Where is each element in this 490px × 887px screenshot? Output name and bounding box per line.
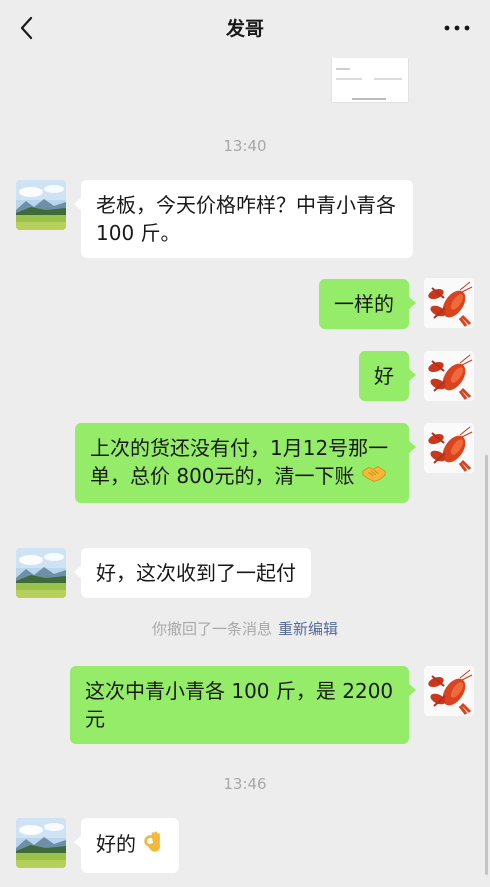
landscape-avatar-image <box>16 548 66 598</box>
chat-title: 发哥 <box>225 18 264 40</box>
lobster-avatar-image <box>424 666 474 716</box>
shared-image-thumbnail[interactable] <box>331 57 409 103</box>
re-edit-link[interactable]: 重新编辑 <box>278 620 338 638</box>
contact-avatar[interactable] <box>16 180 66 230</box>
landscape-avatar-image <box>16 180 66 230</box>
message-text: 好，这次收到了一起付 <box>96 561 296 585</box>
message-bubble-received[interactable]: 好，这次收到了一起付 <box>74 548 311 598</box>
self-avatar[interactable] <box>424 423 474 473</box>
message-bubble-sent[interactable]: 上次的货还没有付，1月12号那一单，总价 800元的，清一下账 <box>75 423 416 503</box>
timestamp: 13:46 <box>223 775 267 793</box>
more-dots-icon <box>444 25 470 31</box>
message-text: 一样的 <box>334 292 394 316</box>
chat-header: 发哥 <box>0 0 490 58</box>
message-bubble-sent[interactable]: 一样的 <box>319 279 416 329</box>
lobster-avatar-image <box>424 351 474 401</box>
contact-avatar[interactable] <box>16 818 66 868</box>
message-text: 这次中青小青各 100 斤，是 2200 元 <box>85 679 394 731</box>
handshake-emoji-icon <box>361 463 387 492</box>
contact-avatar[interactable] <box>16 548 66 598</box>
self-avatar[interactable] <box>424 666 474 716</box>
lobster-avatar-image <box>424 423 474 473</box>
message-bubble-sent[interactable]: 这次中青小青各 100 斤，是 2200 元 <box>70 666 416 744</box>
message-bubble-sent[interactable]: 好 <box>359 351 416 401</box>
self-avatar[interactable] <box>424 278 474 328</box>
message-text: 上次的货还没有付，1月12号那一单，总价 800元的，清一下账 <box>90 436 389 488</box>
message-text: 老板，今天价格咋样？中青小青各 100 斤。 <box>96 193 396 245</box>
landscape-avatar-image <box>16 818 66 868</box>
timestamp: 13:40 <box>223 137 267 155</box>
lobster-avatar-image <box>424 278 474 328</box>
ok-hand-emoji-icon <box>142 829 164 862</box>
message-bubble-received[interactable]: 老板，今天价格咋样？中青小青各 100 斤。 <box>74 180 413 258</box>
message-text: 好 <box>374 364 394 388</box>
recall-notice: 你撤回了一条消息 重新编辑 <box>0 618 490 639</box>
recall-text: 你撤回了一条消息 <box>151 620 272 638</box>
more-button[interactable] <box>442 18 472 38</box>
self-avatar[interactable] <box>424 351 474 401</box>
scrollbar[interactable] <box>485 455 488 875</box>
message-bubble-received[interactable]: 好的 <box>73 818 180 873</box>
message-text: 好的 <box>96 832 136 856</box>
